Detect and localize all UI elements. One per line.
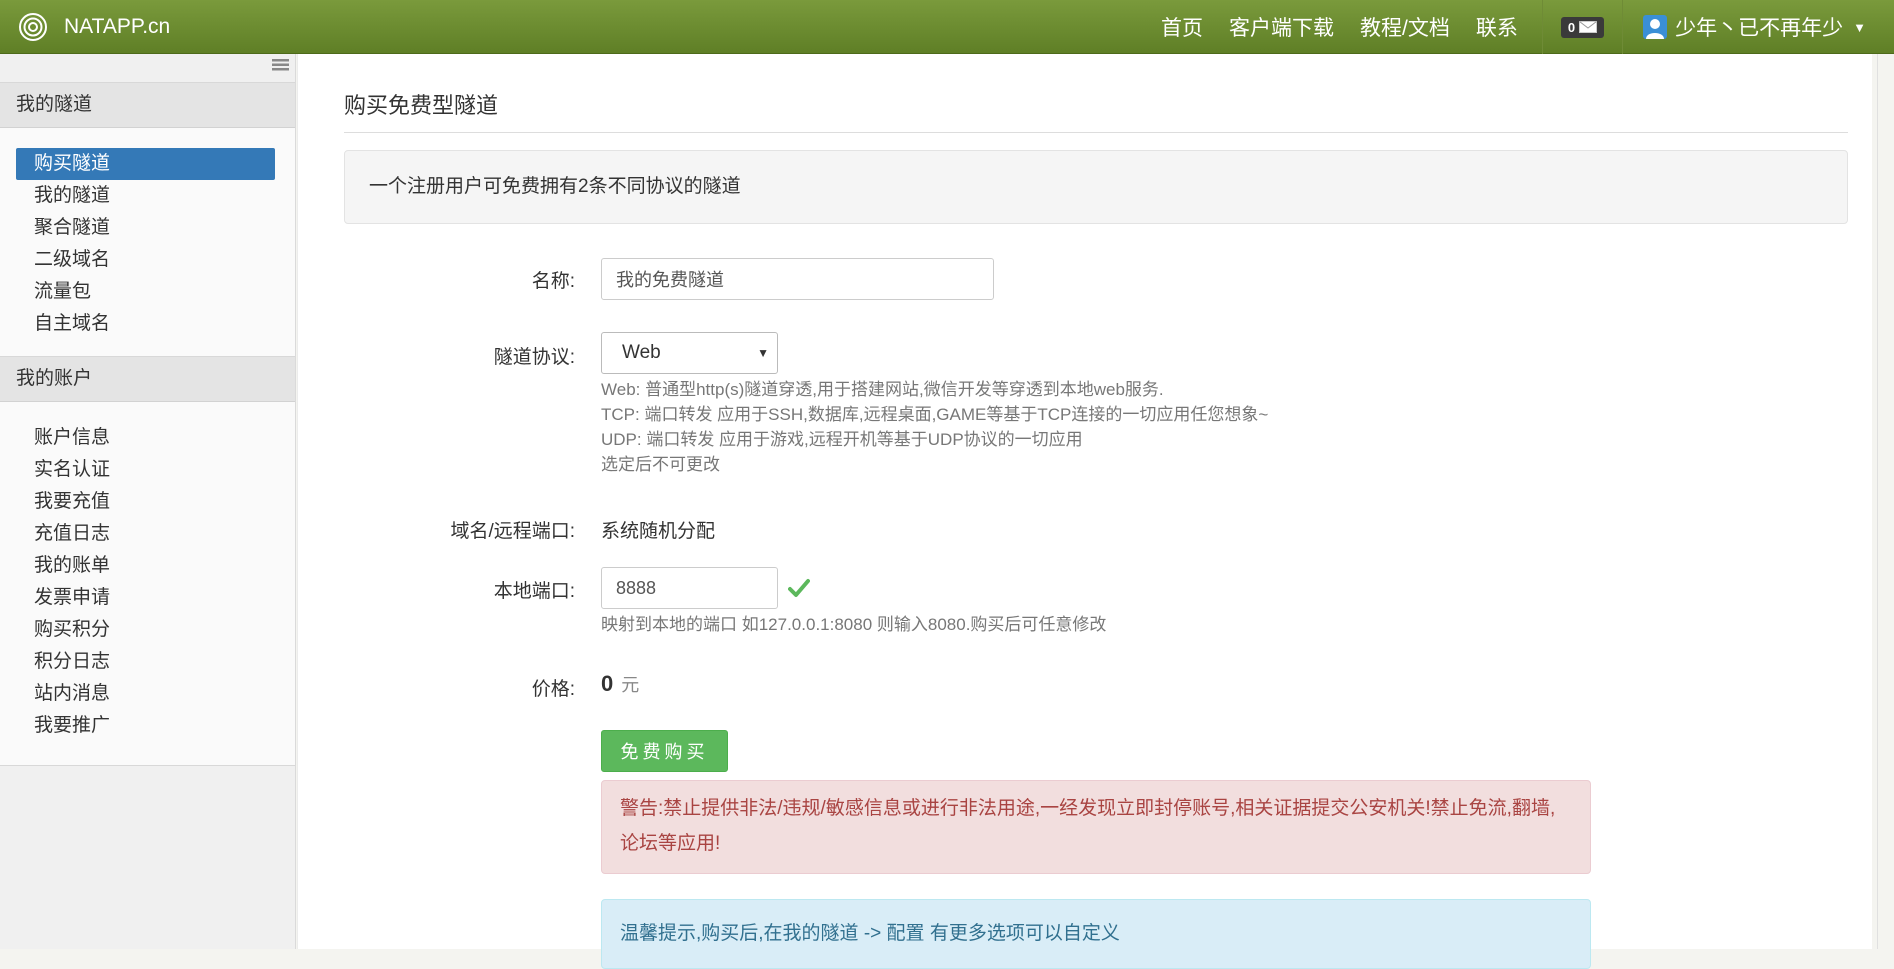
sidebar-item-buy-points[interactable]: 购买积分 <box>0 614 295 646</box>
sidebar-item-recharge-log[interactable]: 充值日志 <box>0 518 295 550</box>
local-port-help: 映射到本地的端口 如127.0.0.1:8080 则输入8080.购买后可任意修… <box>601 615 1107 634</box>
local-port-input[interactable] <box>601 567 778 609</box>
sidebar-item-custom-domain[interactable]: 自主域名 <box>0 308 295 340</box>
envelope-icon <box>1579 21 1598 33</box>
sidebar-item-my-tunnels[interactable]: 我的隧道 <box>0 180 295 212</box>
price-value: 0 <box>601 671 614 696</box>
nav-download[interactable]: 客户端下载 <box>1229 12 1334 42</box>
logo-icon <box>19 13 47 41</box>
sidebar-item-referral[interactable]: 我要推广 <box>0 710 295 742</box>
sidebar-group-title: 我的账户 <box>0 357 295 402</box>
scroll-divider <box>1877 54 1878 949</box>
chevron-down-icon: ▼ <box>757 346 769 360</box>
protocol-select[interactable]: Web ▼ <box>601 332 778 374</box>
chevron-down-icon: ▼ <box>1853 19 1866 35</box>
message-count: 0 <box>1567 19 1576 35</box>
free-buy-button[interactable]: 免费购买 <box>601 730 728 772</box>
sidebar-item-invoice[interactable]: 发票申请 <box>0 582 295 614</box>
sidebar-group-account: 我的账户 账户信息 实名认证 我要充值 充值日志 我的账单 发票申请 购买积分 … <box>0 356 295 766</box>
nav-links: 首页 客户端下载 教程/文档 联系 0 少年丶已不再年少 ▼ <box>1161 0 1894 54</box>
nav-docs[interactable]: 教程/文档 <box>1360 12 1450 42</box>
collapse-sidebar-icon[interactable] <box>272 58 289 72</box>
tip-alert: 温馨提示,购买后,在我的隧道 -> 配置 有更多选项可以自定义 <box>601 899 1591 969</box>
domain-label: 域名/远程端口: <box>450 521 575 542</box>
help-udp: UDP: 端口转发 应用于游戏,远程开机等基于UDP协议的一切应用 <box>601 430 1083 449</box>
sidebar-item-buy-tunnel[interactable]: 购买隧道 <box>16 148 275 180</box>
top-navbar: NATAPP.cn 首页 客户端下载 教程/文档 联系 0 少年丶已不再年少 ▼ <box>0 0 1894 54</box>
sidebar-item-account-info[interactable]: 账户信息 <box>0 422 295 454</box>
sidebar-item-verification[interactable]: 实名认证 <box>0 454 295 486</box>
sidebar: 我的隧道 购买隧道 我的隧道 聚合隧道 二级域名 流量包 自主域名 我的账户 账… <box>0 54 296 949</box>
info-notice: 一个注册用户可免费拥有2条不同协议的隧道 <box>344 150 1848 224</box>
message-badge: 0 <box>1560 16 1605 38</box>
sidebar-item-subdomain[interactable]: 二级域名 <box>0 244 295 276</box>
sidebar-item-points-log[interactable]: 积分日志 <box>0 646 295 678</box>
help-immutable: 选定后不可更改 <box>601 455 720 474</box>
page-title: 购买免费型隧道 <box>344 88 1848 133</box>
help-web: Web: 普通型http(s)隧道穿透,用于搭建网站,微信开发等穿透到本地web… <box>601 380 1164 399</box>
name-label: 名称: <box>531 271 575 292</box>
local-port-label: 本地端口: <box>493 581 575 602</box>
messages-button[interactable]: 0 <box>1541 0 1624 54</box>
help-tcp: TCP: 端口转发 应用于SSH,数据库,远程桌面,GAME等基于TCP连接的一… <box>601 405 1269 424</box>
user-icon <box>1643 15 1668 39</box>
username: 少年丶已不再年少 <box>1675 17 1844 40</box>
check-icon <box>788 579 810 597</box>
sidebar-item-recharge[interactable]: 我要充值 <box>0 486 295 518</box>
tunnel-name-input[interactable] <box>601 258 994 300</box>
domain-value: 系统随机分配 <box>601 521 716 542</box>
brand-name: NATAPP.cn <box>64 15 171 38</box>
brand[interactable]: NATAPP.cn <box>18 10 170 44</box>
user-menu[interactable]: 少年丶已不再年少 ▼ <box>1643 12 1866 42</box>
price-unit: 元 <box>621 675 640 695</box>
warning-alert: 警告:禁止提供非法/违规/敏感信息或进行非法用途,一经发现立即封停账号,相关证据… <box>601 780 1591 874</box>
sidebar-item-aggregate-tunnels[interactable]: 聚合隧道 <box>0 212 295 244</box>
nav-contact[interactable]: 联系 <box>1476 12 1518 42</box>
sidebar-item-bills[interactable]: 我的账单 <box>0 550 295 582</box>
nav-home[interactable]: 首页 <box>1161 12 1203 42</box>
main-content: 购买免费型隧道 一个注册用户可免费拥有2条不同协议的隧道 名称: 隧道协议: W… <box>297 54 1872 969</box>
protocol-selected-value: Web <box>622 342 661 363</box>
protocol-label: 隧道协议: <box>493 347 575 368</box>
sidebar-item-messages[interactable]: 站内消息 <box>0 678 295 710</box>
protocol-help: Web: 普通型http(s)隧道穿透,用于搭建网站,微信开发等穿透到本地web… <box>601 377 1268 477</box>
sidebar-item-traffic-pack[interactable]: 流量包 <box>0 276 295 308</box>
price: 0元 <box>601 671 639 697</box>
sidebar-group-title: 我的隧道 <box>0 83 295 128</box>
price-label: 价格: <box>531 679 575 700</box>
sidebar-group-tunnels: 我的隧道 购买隧道 我的隧道 聚合隧道 二级域名 流量包 自主域名 <box>0 82 295 358</box>
